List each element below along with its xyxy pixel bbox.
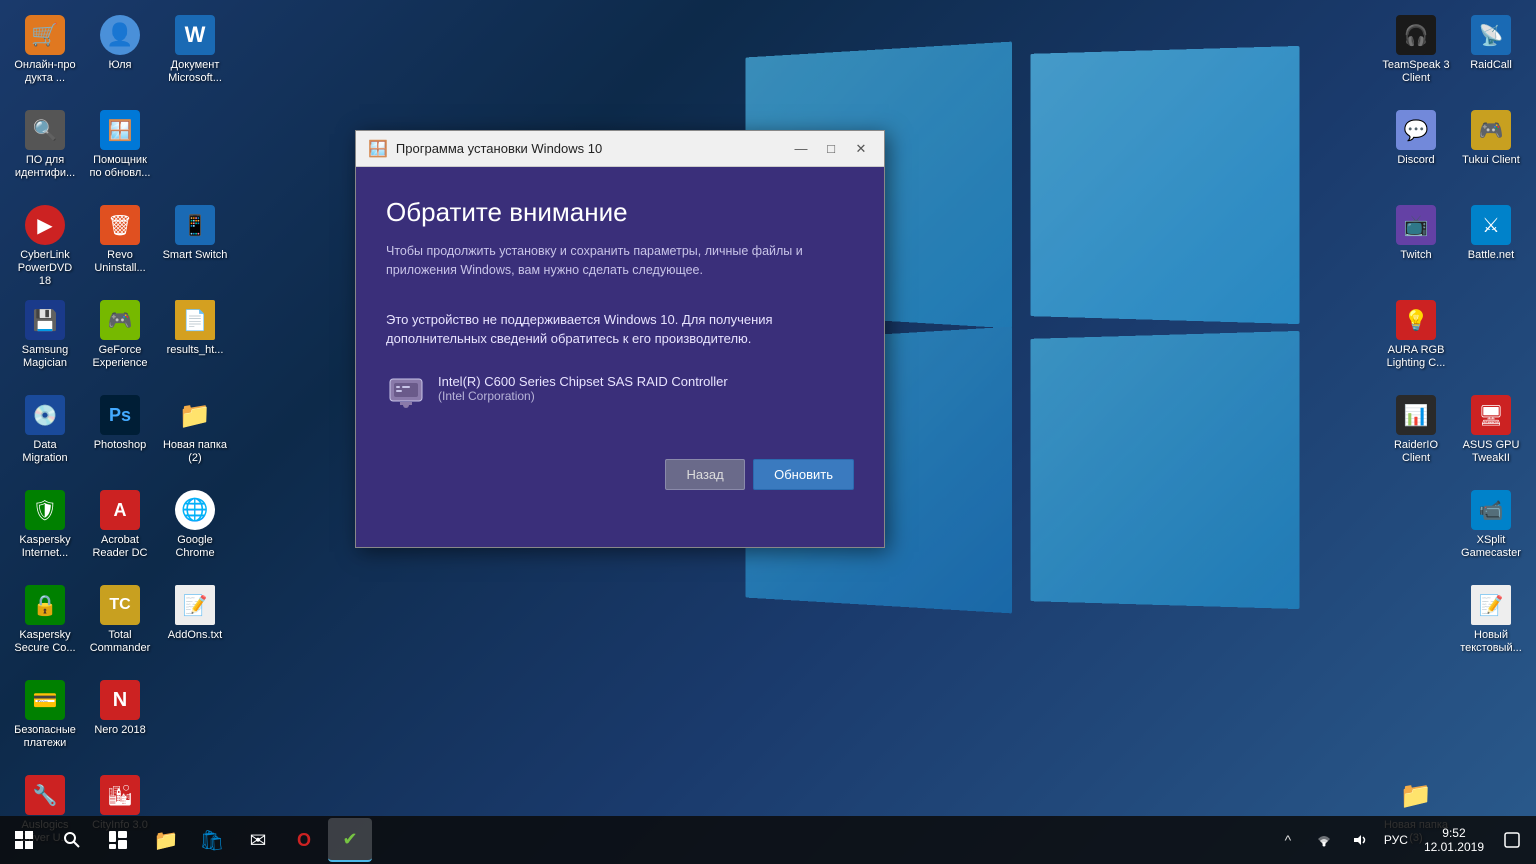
device-name: Intel(R) C600 Series Chipset SAS RAID Co… <box>438 374 728 389</box>
icon-id-software[interactable]: 🔍 ПО для идентифи... <box>10 105 80 195</box>
dialog-warning-text: Это устройство не поддерживается Windows… <box>386 310 854 349</box>
device-info: Intel(R) C600 Series Chipset SAS RAID Co… <box>438 374 728 403</box>
icon-placeholder1 <box>160 105 230 195</box>
icon-geforce[interactable]: 🎮 GeForce Experience <box>85 295 155 385</box>
restore-button[interactable]: □ <box>816 137 846 161</box>
icon-placeholder-r3 <box>1381 580 1451 670</box>
icon-samsung-magician[interactable]: 💾 Samsung Magician <box>10 295 80 385</box>
icon-placeholder-r1 <box>1456 295 1526 385</box>
tray-expand[interactable]: ^ <box>1272 824 1304 856</box>
icon-revo[interactable]: 🗑 Revo Uninstall... <box>85 200 155 290</box>
icon-aura-rgb[interactable]: 💡 AURA RGB Lighting C... <box>1381 295 1451 385</box>
icon-kaspersky-internet[interactable]: 🛡 Kaspersky Internet... <box>10 485 80 575</box>
icon-raidcall[interactable]: 📡 RaidCall <box>1456 10 1526 100</box>
icon-online-product[interactable]: 🛒 Онлайн-про​дукта ... <box>10 10 80 100</box>
icon-tukui[interactable]: 🎮 Tukui Client <box>1456 105 1526 195</box>
icon-discord[interactable]: 💬 Discord <box>1381 105 1451 195</box>
dialog-subtitle: Чтобы продолжить установку и сохранить п… <box>386 242 854 280</box>
desktop: 🛒 Онлайн-про​дукта ... 👤 Юля W Документ … <box>0 0 1536 864</box>
search-button[interactable] <box>48 816 96 864</box>
taskbar-pinned-items: 📁 🛍 ✉ O ✔ <box>140 818 1264 862</box>
icon-placeholder2 <box>160 675 230 765</box>
icon-asus-gpu[interactable]: 🖥 ASUS GPU TweakII <box>1456 390 1526 480</box>
icon-new-folder2[interactable]: 📁 Новая папка (2) <box>160 390 230 480</box>
device-manufacturer: (Intel Corporation) <box>438 389 728 403</box>
icon-data-migration[interactable]: 💿 Data Migration <box>10 390 80 480</box>
dialog-heading: Обратите внимание <box>386 197 854 228</box>
icon-update-helper[interactable]: 🪟 Помощник по обновл... <box>85 105 155 195</box>
icon-teamspeak[interactable]: 🎧 TeamSpeak 3 Client <box>1381 10 1451 100</box>
taskbar-tray: ^ РУС 9:52 12.01.2019 <box>1264 824 1536 856</box>
desktop-icons-right: 🎧 TeamSpeak 3 Client 📡 RaidCall 💬 Discor… <box>1381 10 1526 864</box>
smart-switch-label: Smart Switch <box>163 249 228 262</box>
clock-date: 12.01.2019 <box>1424 840 1484 854</box>
dialog-content: Обратите внимание Чтобы продолжить устан… <box>356 167 884 547</box>
windows10-setup-dialog: 🪟 Программа установки Windows 10 — □ ✕ О… <box>355 130 885 548</box>
clock-time: 9:52 <box>1442 826 1465 840</box>
device-icon <box>386 369 426 409</box>
icon-smart-switch[interactable]: 📱 Smart Switch <box>160 200 230 290</box>
icon-nero[interactable]: N Nero 2018 <box>85 675 155 765</box>
icon-placeholder-r4 <box>1381 675 1451 765</box>
start-button[interactable] <box>0 816 48 864</box>
dialog-footer: Назад Обновить <box>386 429 854 490</box>
taskbar: 📁 🛍 ✉ O ✔ ^ РУС <box>0 816 1536 864</box>
icon-twitch[interactable]: 📺 Twitch <box>1381 200 1451 290</box>
icon-yulia[interactable]: 👤 Юля <box>85 10 155 100</box>
icon-photoshop[interactable]: Ps Photoshop <box>85 390 155 480</box>
close-button[interactable]: ✕ <box>846 137 876 161</box>
tray-notifications[interactable] <box>1496 824 1528 856</box>
dialog-titlebar: 🪟 Программа установки Windows 10 — □ ✕ <box>356 131 884 167</box>
tray-network[interactable] <box>1308 824 1340 856</box>
dialog-window-controls: — □ ✕ <box>786 137 876 161</box>
taskbar-active-item[interactable]: ✔ <box>328 818 372 862</box>
icon-acrobat[interactable]: A Acrobat Reader DC <box>85 485 155 575</box>
icon-kaspersky-secure[interactable]: 🔒 Kaspersky Secure Co... <box>10 580 80 670</box>
back-button[interactable]: Назад <box>665 459 745 490</box>
dialog-title-text: Программа установки Windows 10 <box>396 141 602 156</box>
icon-new-text[interactable]: 📝 Новый текстовый... <box>1456 580 1526 670</box>
dialog-title-area: 🪟 Программа установки Windows 10 <box>368 139 602 159</box>
icon-safe-payments[interactable]: 💳 Безопасные платежи <box>10 675 80 765</box>
taskbar-opera[interactable]: O <box>282 818 326 862</box>
icon-battlenet[interactable]: ⚔ Battle.net <box>1456 200 1526 290</box>
task-view-button[interactable] <box>96 816 140 864</box>
tray-volume[interactable] <box>1344 824 1376 856</box>
taskbar-store[interactable]: 🛍 <box>190 818 234 862</box>
icon-total-commander[interactable]: TC Total Commander <box>85 580 155 670</box>
icon-placeholder-r2 <box>1381 485 1451 575</box>
taskbar-file-explorer[interactable]: 📁 <box>144 818 188 862</box>
desktop-icons-left: 🛒 Онлайн-про​дукта ... 👤 Юля W Документ … <box>10 10 230 864</box>
icon-xsplit[interactable]: 📹 XSplit Gamecaster <box>1456 485 1526 575</box>
tray-language[interactable]: РУС <box>1380 824 1412 856</box>
taskbar-mail[interactable]: ✉ <box>236 818 280 862</box>
icon-raiderio[interactable]: 📊 RaiderIO Client <box>1381 390 1451 480</box>
icon-cyberlink[interactable]: ▶ CyberLink PowerDVD 18 <box>10 200 80 290</box>
icon-word-doc[interactable]: W Документ Microsoft... <box>160 10 230 100</box>
icon-results[interactable]: 📄 results_ht... <box>160 295 230 385</box>
minimize-button[interactable]: — <box>786 137 816 161</box>
update-button[interactable]: Обновить <box>753 459 854 490</box>
dialog-device-item: Intel(R) C600 Series Chipset SAS RAID Co… <box>386 369 854 409</box>
icon-addons[interactable]: 📝 AddOns.txt <box>160 580 230 670</box>
windows-icon: 🪟 <box>368 139 388 159</box>
taskbar-clock[interactable]: 9:52 12.01.2019 <box>1416 826 1492 854</box>
icon-placeholder-r5 <box>1456 675 1526 765</box>
icon-chrome[interactable]: 🌐 Google Chrome <box>160 485 230 575</box>
